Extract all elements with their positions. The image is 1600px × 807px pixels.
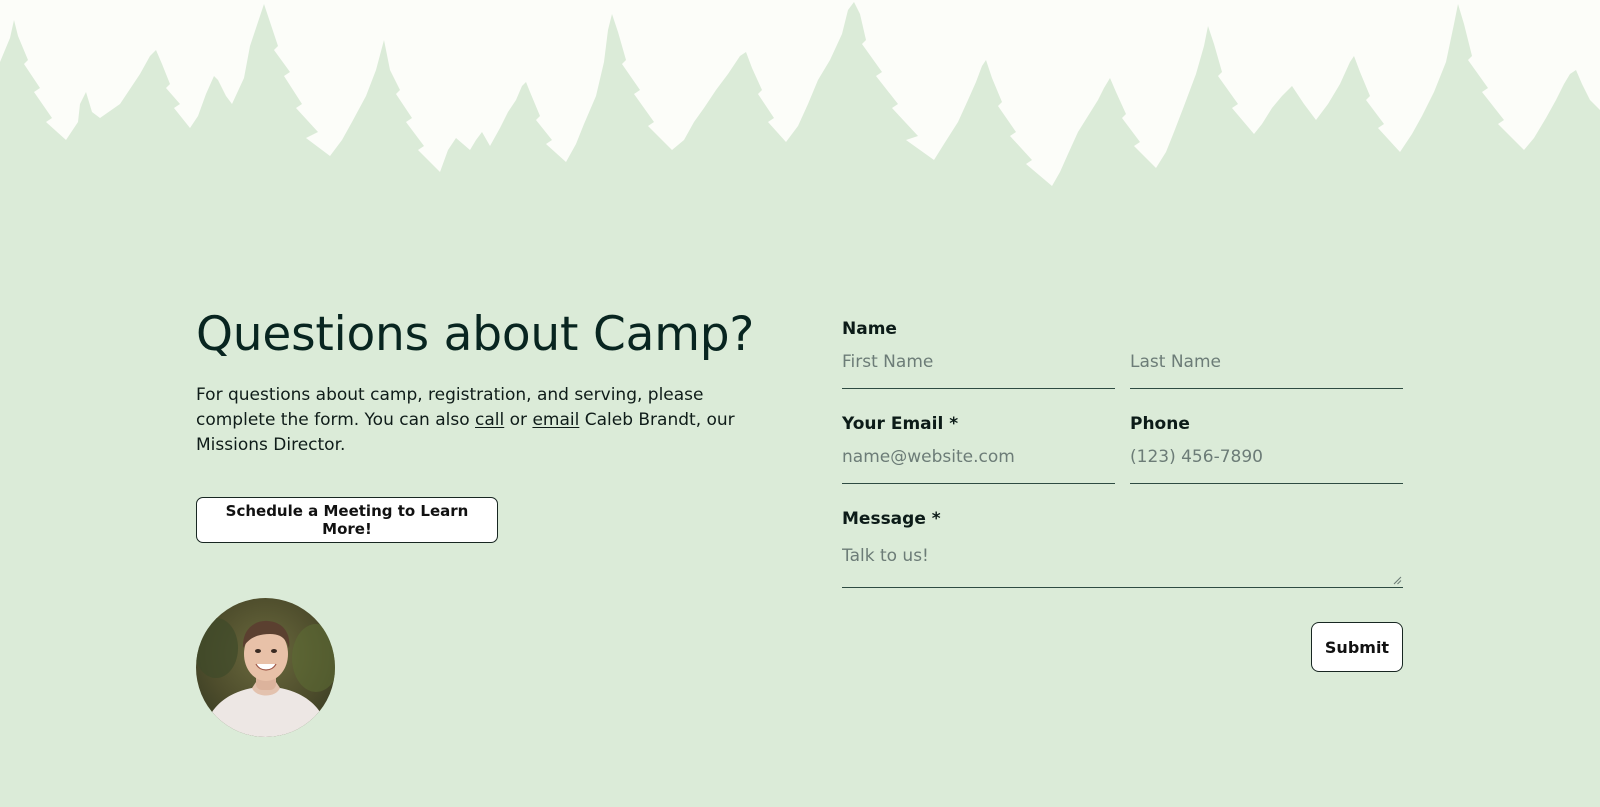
first-name-input[interactable]	[842, 343, 1115, 389]
resize-handle-icon[interactable]	[1393, 576, 1402, 585]
intro-column: Questions about Camp? For questions abou…	[196, 307, 756, 543]
email-field[interactable]	[842, 438, 1115, 484]
submit-row: Submit	[842, 622, 1403, 672]
email-phone-row: Your Email * Phone	[842, 413, 1403, 484]
message-label: Message *	[842, 509, 941, 529]
name-inputs-row	[842, 340, 1403, 389]
message-wrap	[842, 536, 1403, 588]
last-name-input[interactable]	[1130, 343, 1403, 389]
last-name-column	[1130, 340, 1403, 389]
person-photo-icon	[196, 598, 335, 737]
message-textarea[interactable]	[842, 536, 1403, 588]
name-label: Name	[842, 319, 897, 339]
contact-section: Questions about Camp? For questions abou…	[0, 0, 1600, 807]
email-field-group: Your Email *	[842, 413, 1115, 484]
phone-label: Phone	[1130, 414, 1190, 434]
intro-paragraph: For questions about camp, registration, …	[196, 383, 741, 458]
email-link[interactable]: email	[532, 410, 579, 430]
page-title: Questions about Camp?	[196, 307, 755, 362]
message-field-group: Message *	[842, 508, 1403, 588]
phone-field-group: Phone	[1130, 413, 1403, 484]
avatar	[196, 598, 335, 737]
intro-text-middle: or	[504, 409, 533, 430]
email-label: Your Email *	[842, 414, 959, 434]
call-link[interactable]: call	[475, 410, 504, 430]
submit-button[interactable]: Submit	[1311, 622, 1403, 672]
phone-field[interactable]	[1130, 438, 1403, 484]
name-field-group: Name	[842, 318, 1403, 389]
schedule-meeting-button[interactable]: Schedule a Meeting to Learn More!	[196, 496, 498, 543]
contact-form: Name Your Email * Phone Me	[842, 318, 1403, 672]
first-name-column	[842, 340, 1115, 389]
